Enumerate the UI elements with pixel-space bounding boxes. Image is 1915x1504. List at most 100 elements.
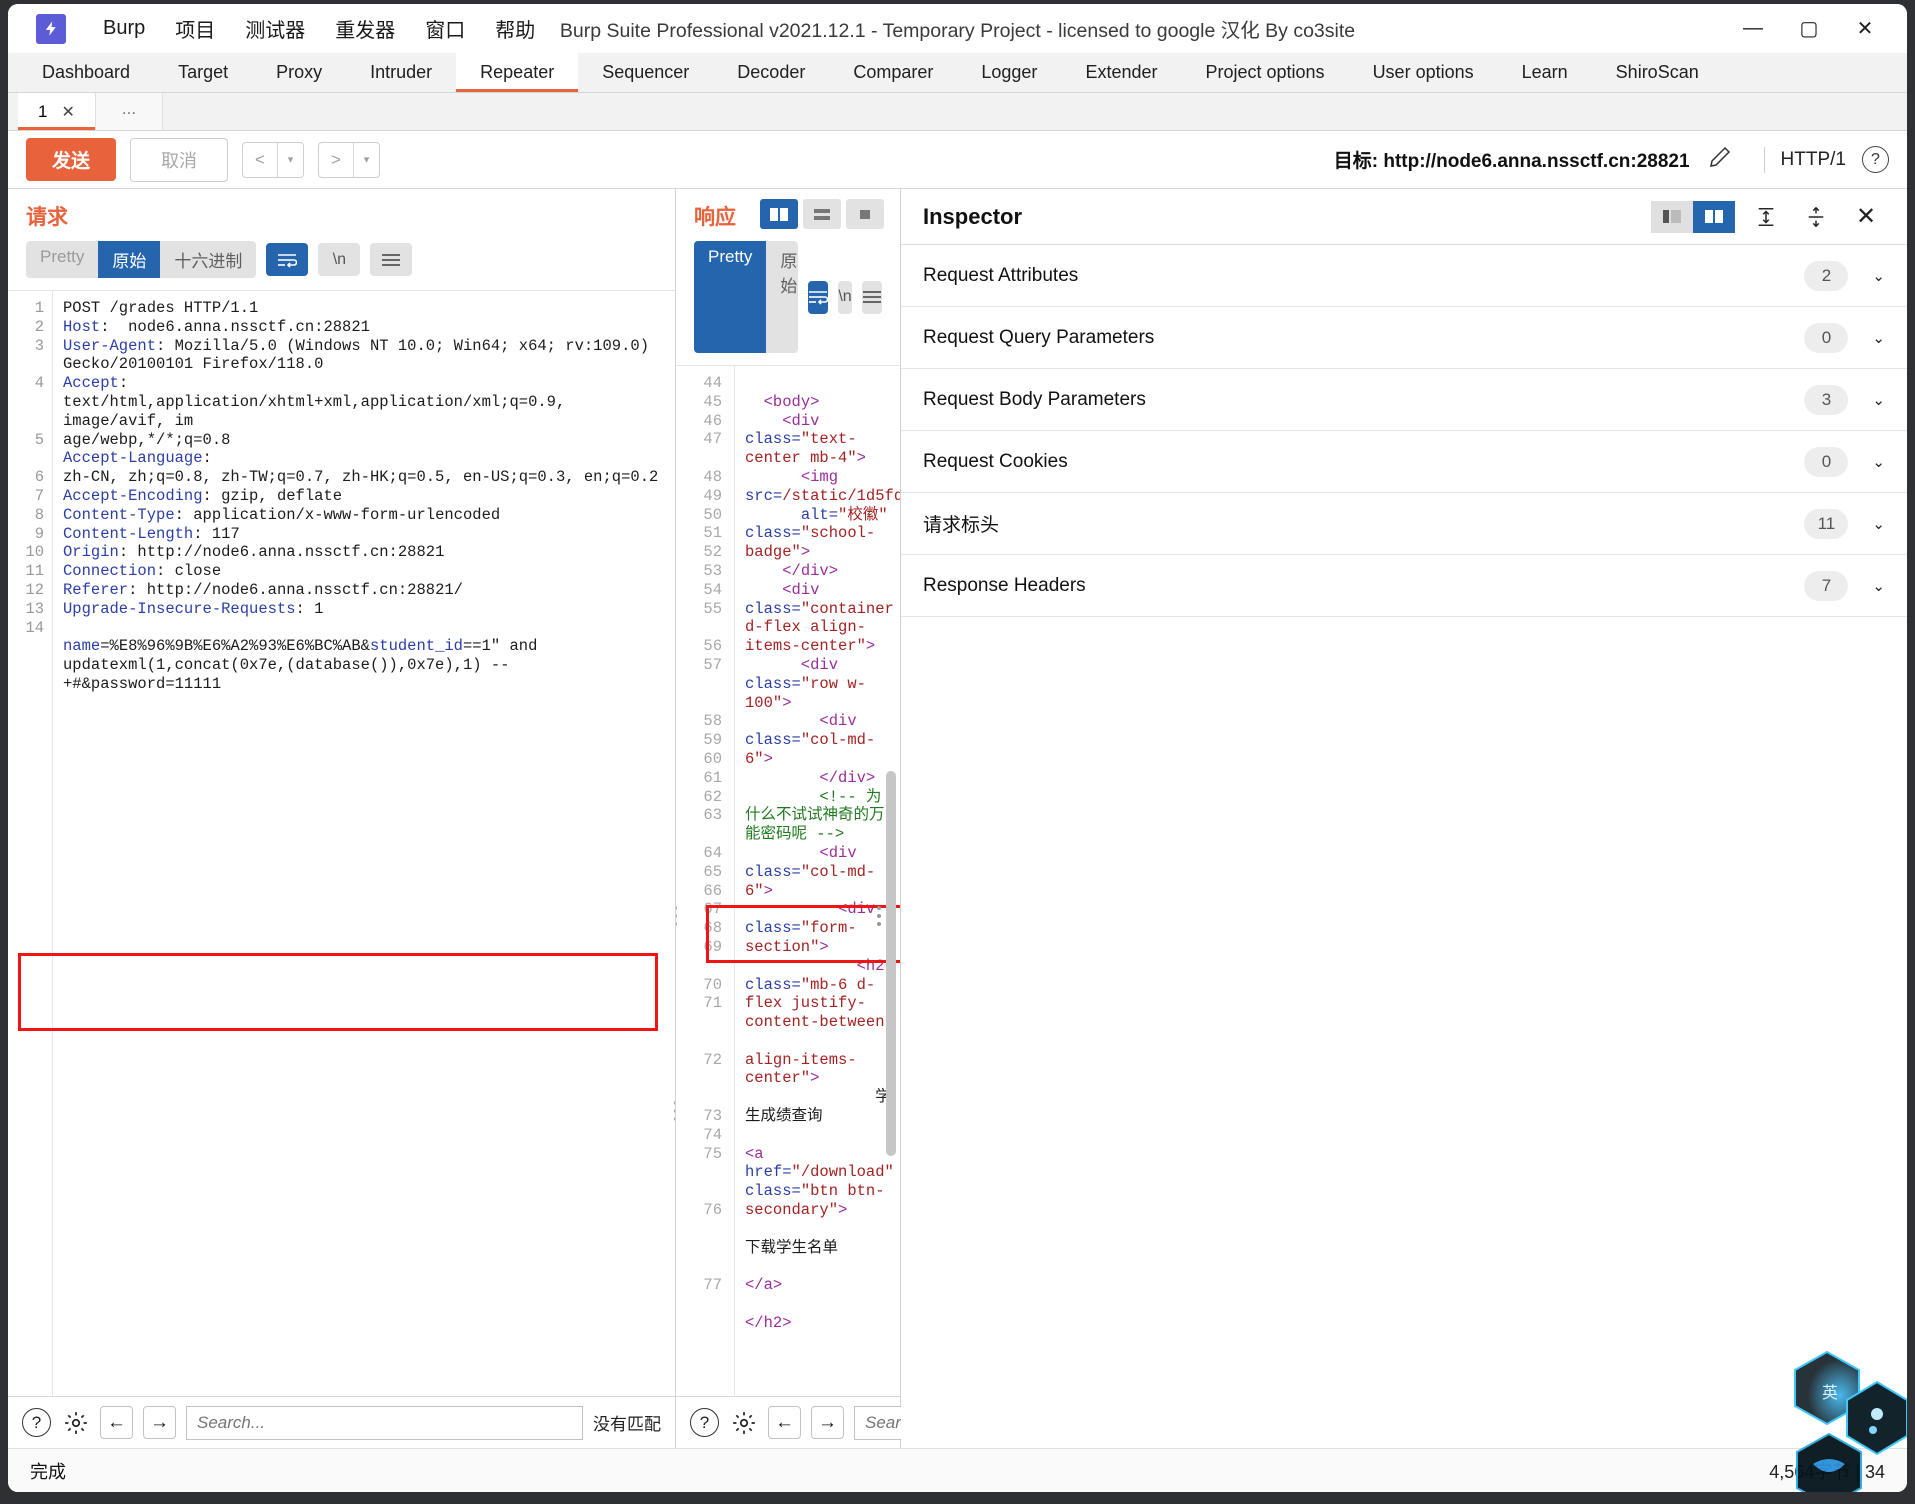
menu-item-burp[interactable]: Burp xyxy=(88,13,160,44)
response-view-controls: Pretty 原始 十六进制 Render \n xyxy=(694,241,882,365)
gear-icon[interactable] xyxy=(729,1408,758,1437)
chevron-down-icon[interactable]: ⌄ xyxy=(1872,391,1885,409)
pencil-icon[interactable] xyxy=(1708,145,1732,174)
http-version-label[interactable]: HTTP/1 xyxy=(1781,149,1846,171)
tab-extender[interactable]: Extender xyxy=(1061,53,1181,92)
request-editor[interactable]: 1 2 3 4 5 6 7 8 9 10 11 12 13 14 POST /g… xyxy=(8,290,675,1396)
response-code[interactable]: <body> <div class="text-center mb-4"> <i… xyxy=(734,366,900,1396)
gear-icon[interactable] xyxy=(61,1408,90,1437)
inspector-row-count: 3 xyxy=(1804,384,1849,415)
chevron-down-icon[interactable]: ⌄ xyxy=(1872,453,1885,471)
back-icon[interactable]: < xyxy=(243,143,277,177)
close-icon[interactable]: ✕ xyxy=(61,102,74,122)
word-wrap-icon[interactable] xyxy=(266,243,309,276)
tab-comparer[interactable]: Comparer xyxy=(829,53,957,92)
close-button[interactable]: ✕ xyxy=(1837,8,1893,50)
inspector-row-request-cookies[interactable]: Request Cookies 0 ⌄ xyxy=(901,431,1907,493)
chevron-down-icon[interactable]: ▾ xyxy=(353,142,379,177)
split-horizontal-icon[interactable] xyxy=(803,199,841,229)
chevron-down-icon[interactable]: ⌄ xyxy=(1872,329,1885,347)
request-search-status: 没有匹配 xyxy=(593,1415,661,1434)
request-seg-hex[interactable]: 十六进制 xyxy=(160,241,256,278)
chevron-down-icon[interactable]: ⌄ xyxy=(1872,515,1885,533)
search-next-button[interactable]: → xyxy=(143,1406,176,1439)
hamburger-icon[interactable] xyxy=(862,280,882,314)
word-wrap-icon[interactable] xyxy=(808,280,829,314)
tab-logger[interactable]: Logger xyxy=(957,53,1061,92)
repeater-toolbar: 发送 取消 < ▾ > ▾ 目标: http://node6.anna.nssc… xyxy=(8,131,1907,189)
response-search-bar: ? ← → 没有匹配 xyxy=(676,1396,1178,1448)
minimize-button[interactable]: — xyxy=(1725,8,1781,50)
inspector-row-label: Response Headers xyxy=(923,574,1086,596)
menu-item-window[interactable]: 窗口 xyxy=(410,10,480,47)
back-split-button[interactable]: < ▾ xyxy=(242,141,305,178)
request-pane-resize-grip[interactable] xyxy=(673,1101,675,1121)
request-body-param2-name: student_id xyxy=(369,637,463,656)
inspector-row-request-attributes[interactable]: Request Attributes 2 ⌄ xyxy=(901,245,1907,307)
forward-icon[interactable]: > xyxy=(319,143,353,177)
repeater-tab-strip: 1 ✕ ... xyxy=(8,93,1907,131)
inspector-row-request-query-parameters[interactable]: Request Query Parameters 0 ⌄ xyxy=(901,307,1907,369)
tab-decoder[interactable]: Decoder xyxy=(713,53,829,92)
request-code[interactable]: POST /grades HTTP/1.1 Host: node6.anna.n… xyxy=(52,291,675,1396)
response-pane-resize-grip-right[interactable] xyxy=(876,906,882,926)
tab-repeater[interactable]: Repeater xyxy=(456,53,579,92)
tab-project-options[interactable]: Project options xyxy=(1181,53,1348,92)
collapse-all-icon[interactable] xyxy=(1797,201,1835,233)
search-next-button[interactable]: → xyxy=(811,1406,844,1439)
request-seg-pretty[interactable]: Pretty xyxy=(26,241,98,278)
tab-user-options[interactable]: User options xyxy=(1349,53,1498,92)
menu-item-intruder[interactable]: 测试器 xyxy=(230,10,320,47)
newline-toggle-icon[interactable]: \n xyxy=(838,280,852,314)
chevron-down-icon[interactable]: ⌄ xyxy=(1872,267,1885,285)
maximize-button[interactable]: ▢ xyxy=(1781,8,1837,50)
request-seg-raw[interactable]: 原始 xyxy=(98,241,161,278)
title-bar: Burp 项目 测试器 重发器 窗口 帮助 Burp Suite Profess… xyxy=(8,4,1907,53)
response-pane-resize-grip[interactable] xyxy=(676,906,678,926)
help-icon[interactable]: ? xyxy=(1862,146,1889,173)
response-seg-pretty[interactable]: Pretty xyxy=(694,241,767,353)
split-vertical-icon[interactable] xyxy=(760,199,798,229)
inspector-layout-left-icon[interactable] xyxy=(1651,200,1693,233)
help-icon[interactable]: ? xyxy=(690,1408,719,1437)
window-controls: — ▢ ✕ xyxy=(1725,4,1893,53)
inspector-layout-split-icon[interactable] xyxy=(1693,200,1735,233)
send-button[interactable]: 发送 xyxy=(26,138,117,181)
burp-logo-icon xyxy=(36,13,66,44)
response-pane: 响应 Pretty 原始 十六进制 xyxy=(676,189,1178,1448)
menu-item-repeater[interactable]: 重发器 xyxy=(320,10,410,47)
chevron-down-icon[interactable]: ⌄ xyxy=(1872,577,1885,595)
response-scrollbar[interactable] xyxy=(886,771,896,1156)
tab-shiroscan[interactable]: ShiroScan xyxy=(1592,53,1723,92)
hamburger-icon[interactable] xyxy=(370,243,413,276)
repeater-tab-1[interactable]: 1 ✕ xyxy=(18,93,96,130)
response-seg-raw[interactable]: 原始 xyxy=(766,241,798,353)
response-editor[interactable]: 44 45 46 47 48 49 50 51 52 53 54 55 56 5… xyxy=(676,365,900,1396)
chevron-down-icon[interactable]: ▾ xyxy=(277,142,303,177)
tab-intruder[interactable]: Intruder xyxy=(346,53,456,92)
request-body-param-value: =%E8%96%9B%E6%A2%93%E6%BC%AB& xyxy=(100,637,370,656)
menu-item-help[interactable]: 帮助 xyxy=(480,10,550,47)
tab-target[interactable]: Target xyxy=(154,53,252,92)
inspector-row-request-body-parameters[interactable]: Request Body Parameters 3 ⌄ xyxy=(901,369,1907,431)
inspector-row-response-headers[interactable]: Response Headers 7 ⌄ xyxy=(901,555,1907,617)
inspector-row-request-headers[interactable]: 请求标头 11 ⌄ xyxy=(901,493,1907,555)
expand-all-icon[interactable] xyxy=(1747,201,1785,233)
tab-learn[interactable]: Learn xyxy=(1498,53,1592,92)
repeater-tab-add[interactable]: ... xyxy=(95,93,164,130)
forward-split-button[interactable]: > ▾ xyxy=(318,141,381,178)
newline-toggle-icon[interactable]: \n xyxy=(318,243,361,276)
request-search-input[interactable] xyxy=(186,1405,583,1440)
tab-proxy[interactable]: Proxy xyxy=(252,53,346,92)
menu-item-project[interactable]: 项目 xyxy=(160,10,230,47)
menu-bar: Burp 项目 测试器 重发器 窗口 帮助 xyxy=(88,10,550,47)
tab-sequencer[interactable]: Sequencer xyxy=(578,53,713,92)
help-icon[interactable]: ? xyxy=(22,1408,51,1437)
response-view-mode-group xyxy=(760,199,884,229)
single-pane-icon[interactable] xyxy=(846,199,884,229)
search-prev-button[interactable]: ← xyxy=(100,1406,133,1439)
close-icon[interactable]: ✕ xyxy=(1847,201,1885,233)
search-prev-button[interactable]: ← xyxy=(768,1406,801,1439)
tab-dashboard[interactable]: Dashboard xyxy=(18,53,154,92)
cancel-button[interactable]: 取消 xyxy=(130,137,229,182)
